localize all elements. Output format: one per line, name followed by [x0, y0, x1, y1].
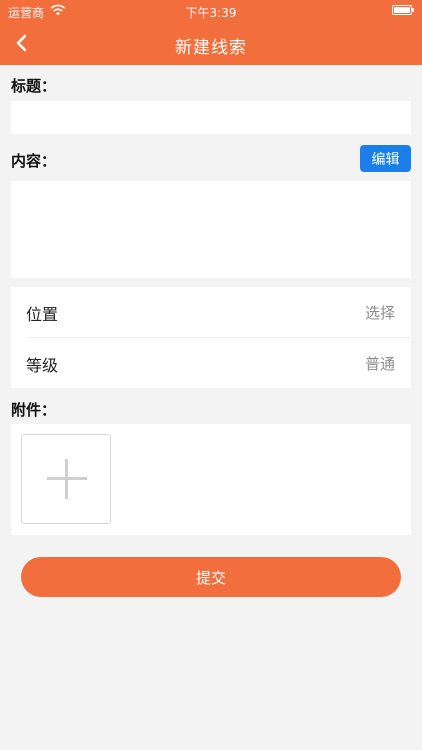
battery-fill [394, 7, 410, 13]
plus-icon-vertical [65, 459, 68, 499]
edit-button[interactable]: 编辑 [360, 145, 411, 172]
level-row[interactable]: 等级 普通 [11, 338, 411, 388]
status-time: 下午3:39 [185, 6, 237, 20]
location-label: 位置 [26, 305, 59, 324]
content-textarea[interactable] [11, 181, 411, 278]
location-row[interactable]: 位置 选择 [11, 287, 411, 337]
add-attachment-button[interactable] [21, 434, 111, 524]
status-bar: 运营商 下午3:39 [0, 0, 422, 22]
attachments-label: 附件： [11, 401, 57, 419]
title-label: 标题： [11, 77, 57, 95]
title-input[interactable] [11, 101, 411, 134]
submit-button[interactable]: 提交 [21, 557, 401, 597]
attachments-card [11, 424, 411, 535]
settings-card: 位置 选择 等级 普通 [11, 287, 411, 388]
content-field-container [11, 181, 411, 278]
content-label: 内容： [11, 152, 57, 170]
location-value[interactable]: 选择 [365, 302, 395, 323]
battery-icon [392, 5, 414, 15]
page-title: 新建线索 [175, 38, 247, 58]
nav-bar: 新建线索 [0, 22, 422, 65]
level-value[interactable]: 普通 [365, 353, 395, 374]
level-label: 等级 [26, 356, 59, 375]
title-field-container [11, 101, 411, 134]
